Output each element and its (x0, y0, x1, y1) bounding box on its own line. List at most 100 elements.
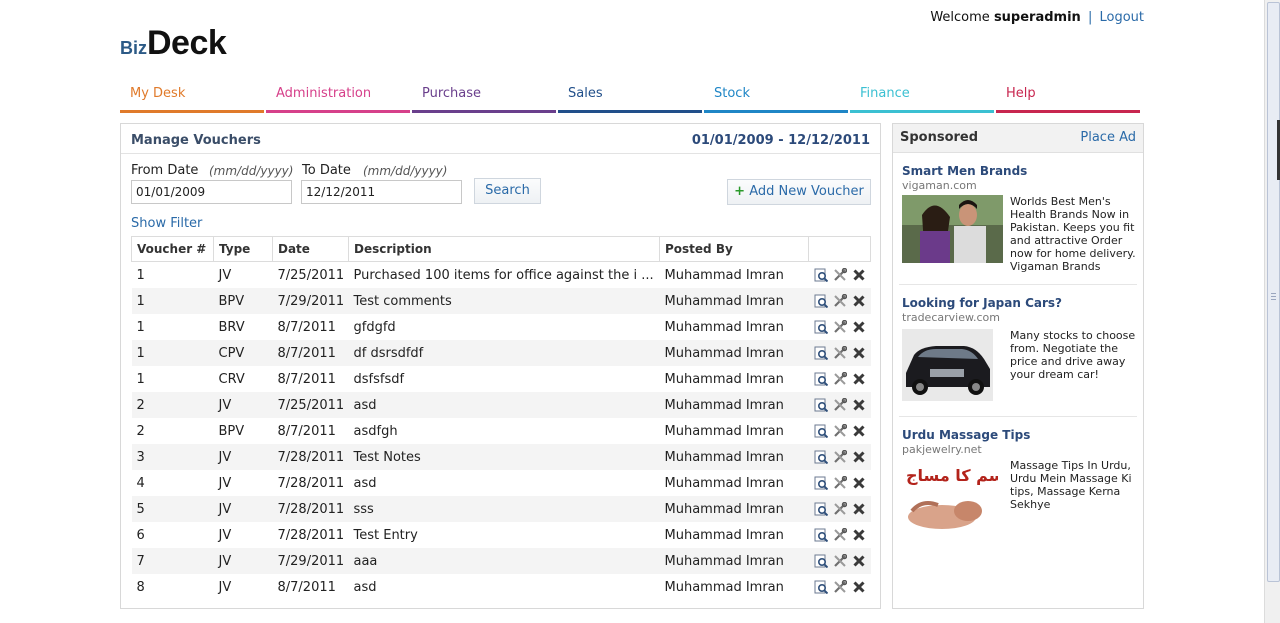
col-description[interactable]: Description (348, 236, 660, 262)
edit-icon[interactable] (833, 267, 847, 282)
edit-icon[interactable] (833, 501, 847, 516)
delete-icon[interactable] (852, 450, 866, 464)
nav-tab-my-desk[interactable]: My Desk (120, 84, 266, 114)
edit-icon[interactable] (833, 423, 847, 438)
place-ad-link[interactable]: Place Ad (1080, 130, 1136, 145)
nav-tab-stock[interactable]: Stock (704, 84, 850, 114)
edit-icon[interactable] (833, 319, 847, 334)
edit-icon[interactable] (833, 579, 847, 594)
delete-icon[interactable] (852, 268, 866, 282)
delete-icon[interactable] (852, 346, 866, 360)
view-icon[interactable] (814, 502, 828, 517)
ad-url: tradecarview.com (902, 311, 1000, 324)
table-row[interactable]: 8 JV 8/7/2011 asd Muhammad Imran (132, 574, 871, 600)
delete-icon[interactable] (852, 476, 866, 490)
logout-link[interactable]: Logout (1099, 10, 1144, 25)
cell-type: JV (218, 475, 232, 491)
table-row[interactable]: 4 JV 7/28/2011 asd Muhammad Imran (132, 470, 871, 496)
nav-tab-help[interactable]: Help (996, 84, 1142, 114)
to-date-input[interactable] (301, 180, 462, 204)
main-nav: My Desk Administration Purchase Sales St… (120, 84, 1144, 114)
manage-vouchers-panel: Manage Vouchers 01/01/2009 - 12/12/2011 … (120, 123, 881, 609)
col-voucher-num[interactable]: Voucher # (131, 236, 214, 262)
edit-icon[interactable] (833, 397, 847, 412)
edit-icon[interactable] (833, 293, 847, 308)
nav-tab-purchase[interactable]: Purchase (412, 84, 558, 114)
nav-tab-finance[interactable]: Finance (850, 84, 996, 114)
show-filter-link[interactable]: Show Filter (131, 216, 202, 231)
ad-smart-men-brands[interactable]: Smart Men Brands vigaman.com Worlds Best… (902, 164, 1136, 274)
vertical-scrollbar[interactable] (1264, 0, 1280, 623)
delete-icon[interactable] (852, 372, 866, 386)
edit-icon[interactable] (833, 449, 847, 464)
nav-tab-label: Stock (714, 86, 750, 101)
nav-tab-administration[interactable]: Administration (266, 84, 412, 114)
col-date[interactable]: Date (272, 236, 349, 262)
delete-icon[interactable] (852, 528, 866, 542)
view-icon[interactable] (814, 580, 828, 595)
view-icon[interactable] (814, 424, 828, 439)
edit-icon[interactable] (833, 475, 847, 490)
edit-icon[interactable] (833, 345, 847, 360)
view-icon[interactable] (814, 372, 828, 387)
table-row[interactable]: 1 JV 7/25/2011 Purchased 100 items for offi… (132, 262, 871, 289)
table-row[interactable]: 1 BRV 8/7/2011 gfdgfd Muhammad Imran (132, 314, 871, 340)
table-row[interactable]: 6 JV 7/28/2011 Test Entry Muhammad Imran (132, 522, 871, 548)
col-type[interactable]: Type (213, 236, 273, 262)
ad-title[interactable]: Looking for Japan Cars? (902, 296, 1136, 310)
delete-icon[interactable] (852, 294, 866, 308)
cell-posted-by: Muhammad Imran (664, 371, 784, 387)
logo[interactable]: BizDeck (120, 24, 227, 63)
search-button[interactable]: Search (474, 178, 541, 204)
view-icon[interactable] (814, 528, 828, 543)
col-posted-by[interactable]: Posted By (659, 236, 809, 262)
view-icon[interactable] (814, 294, 828, 309)
cell-posted-by: Muhammad Imran (664, 475, 784, 491)
table-row[interactable]: 1 CRV 8/7/2011 dsfsfsdf Muhammad Imran (132, 366, 871, 392)
edit-icon[interactable] (833, 553, 847, 568)
view-icon[interactable] (814, 268, 828, 283)
edit-icon[interactable] (833, 527, 847, 542)
table-row[interactable]: 7 JV 7/29/2011 aaa Muhammad Imran (131, 548, 871, 574)
nav-tab-underline (558, 110, 702, 113)
delete-icon[interactable] (852, 424, 866, 438)
ad-body: Many stocks to choose from. Negotiate th… (1010, 329, 1136, 381)
table-row[interactable]: 2 BPV 8/7/2011 asdfgh Muhammad Imran (132, 418, 871, 444)
ad-couple-image[interactable] (902, 195, 1003, 263)
view-icon[interactable] (814, 320, 828, 335)
ad-title[interactable]: Smart Men Brands (902, 164, 1136, 178)
delete-icon[interactable] (852, 554, 866, 568)
cell-posted-by: Muhammad Imran (659, 288, 809, 314)
ad-title[interactable]: Urdu Massage Tips (902, 428, 1136, 442)
delete-icon[interactable] (852, 580, 866, 594)
view-icon[interactable] (814, 398, 828, 413)
delete-icon[interactable] (852, 398, 866, 412)
from-date-input[interactable] (131, 180, 292, 204)
table-row[interactable]: 5 JV 7/28/2011 sss Muhammad Imran (131, 496, 871, 522)
edit-icon[interactable] (833, 371, 847, 386)
view-icon[interactable] (814, 554, 828, 569)
cell-actions (809, 418, 871, 444)
view-icon[interactable] (814, 346, 828, 361)
cell-actions (809, 574, 871, 600)
nav-tab-sales[interactable]: Sales (558, 84, 704, 114)
cell-actions (809, 470, 871, 496)
view-icon[interactable] (814, 450, 828, 465)
cell-date: 8/7/2011 (277, 319, 336, 335)
cell-description: asd (353, 579, 377, 595)
delete-icon[interactable] (852, 320, 866, 334)
ad-japan-cars[interactable]: Looking for Japan Cars? tradecarview.com… (902, 296, 1136, 406)
table-row[interactable]: 3 JV 7/28/2011 Test Notes Muhammad Imran (131, 444, 871, 470)
add-new-voucher-button[interactable]: + Add New Voucher (727, 179, 871, 205)
ad-massage-image[interactable]: جسم کا مساج (902, 459, 998, 533)
table-row[interactable]: 2 JV 7/25/2011 asd Muhammad Imran (131, 392, 871, 418)
ad-car-image[interactable] (902, 329, 993, 401)
ad-urdu-massage-tips[interactable]: Urdu Massage Tips pakjewelry.net جسم کا … (902, 428, 1136, 538)
cell-type: BRV (218, 319, 245, 335)
scrollbar-thumb[interactable] (1267, 2, 1280, 582)
table-row[interactable]: 1 CPV 8/7/2011 df dsrsdfdf Muhammad Imran (131, 340, 871, 366)
view-icon[interactable] (814, 476, 828, 491)
delete-icon[interactable] (852, 502, 866, 516)
table-row[interactable]: 1 BPV 7/29/2011 Test comments Muhammad Imran (131, 288, 871, 314)
cell-voucher-num: 3 (131, 444, 214, 470)
